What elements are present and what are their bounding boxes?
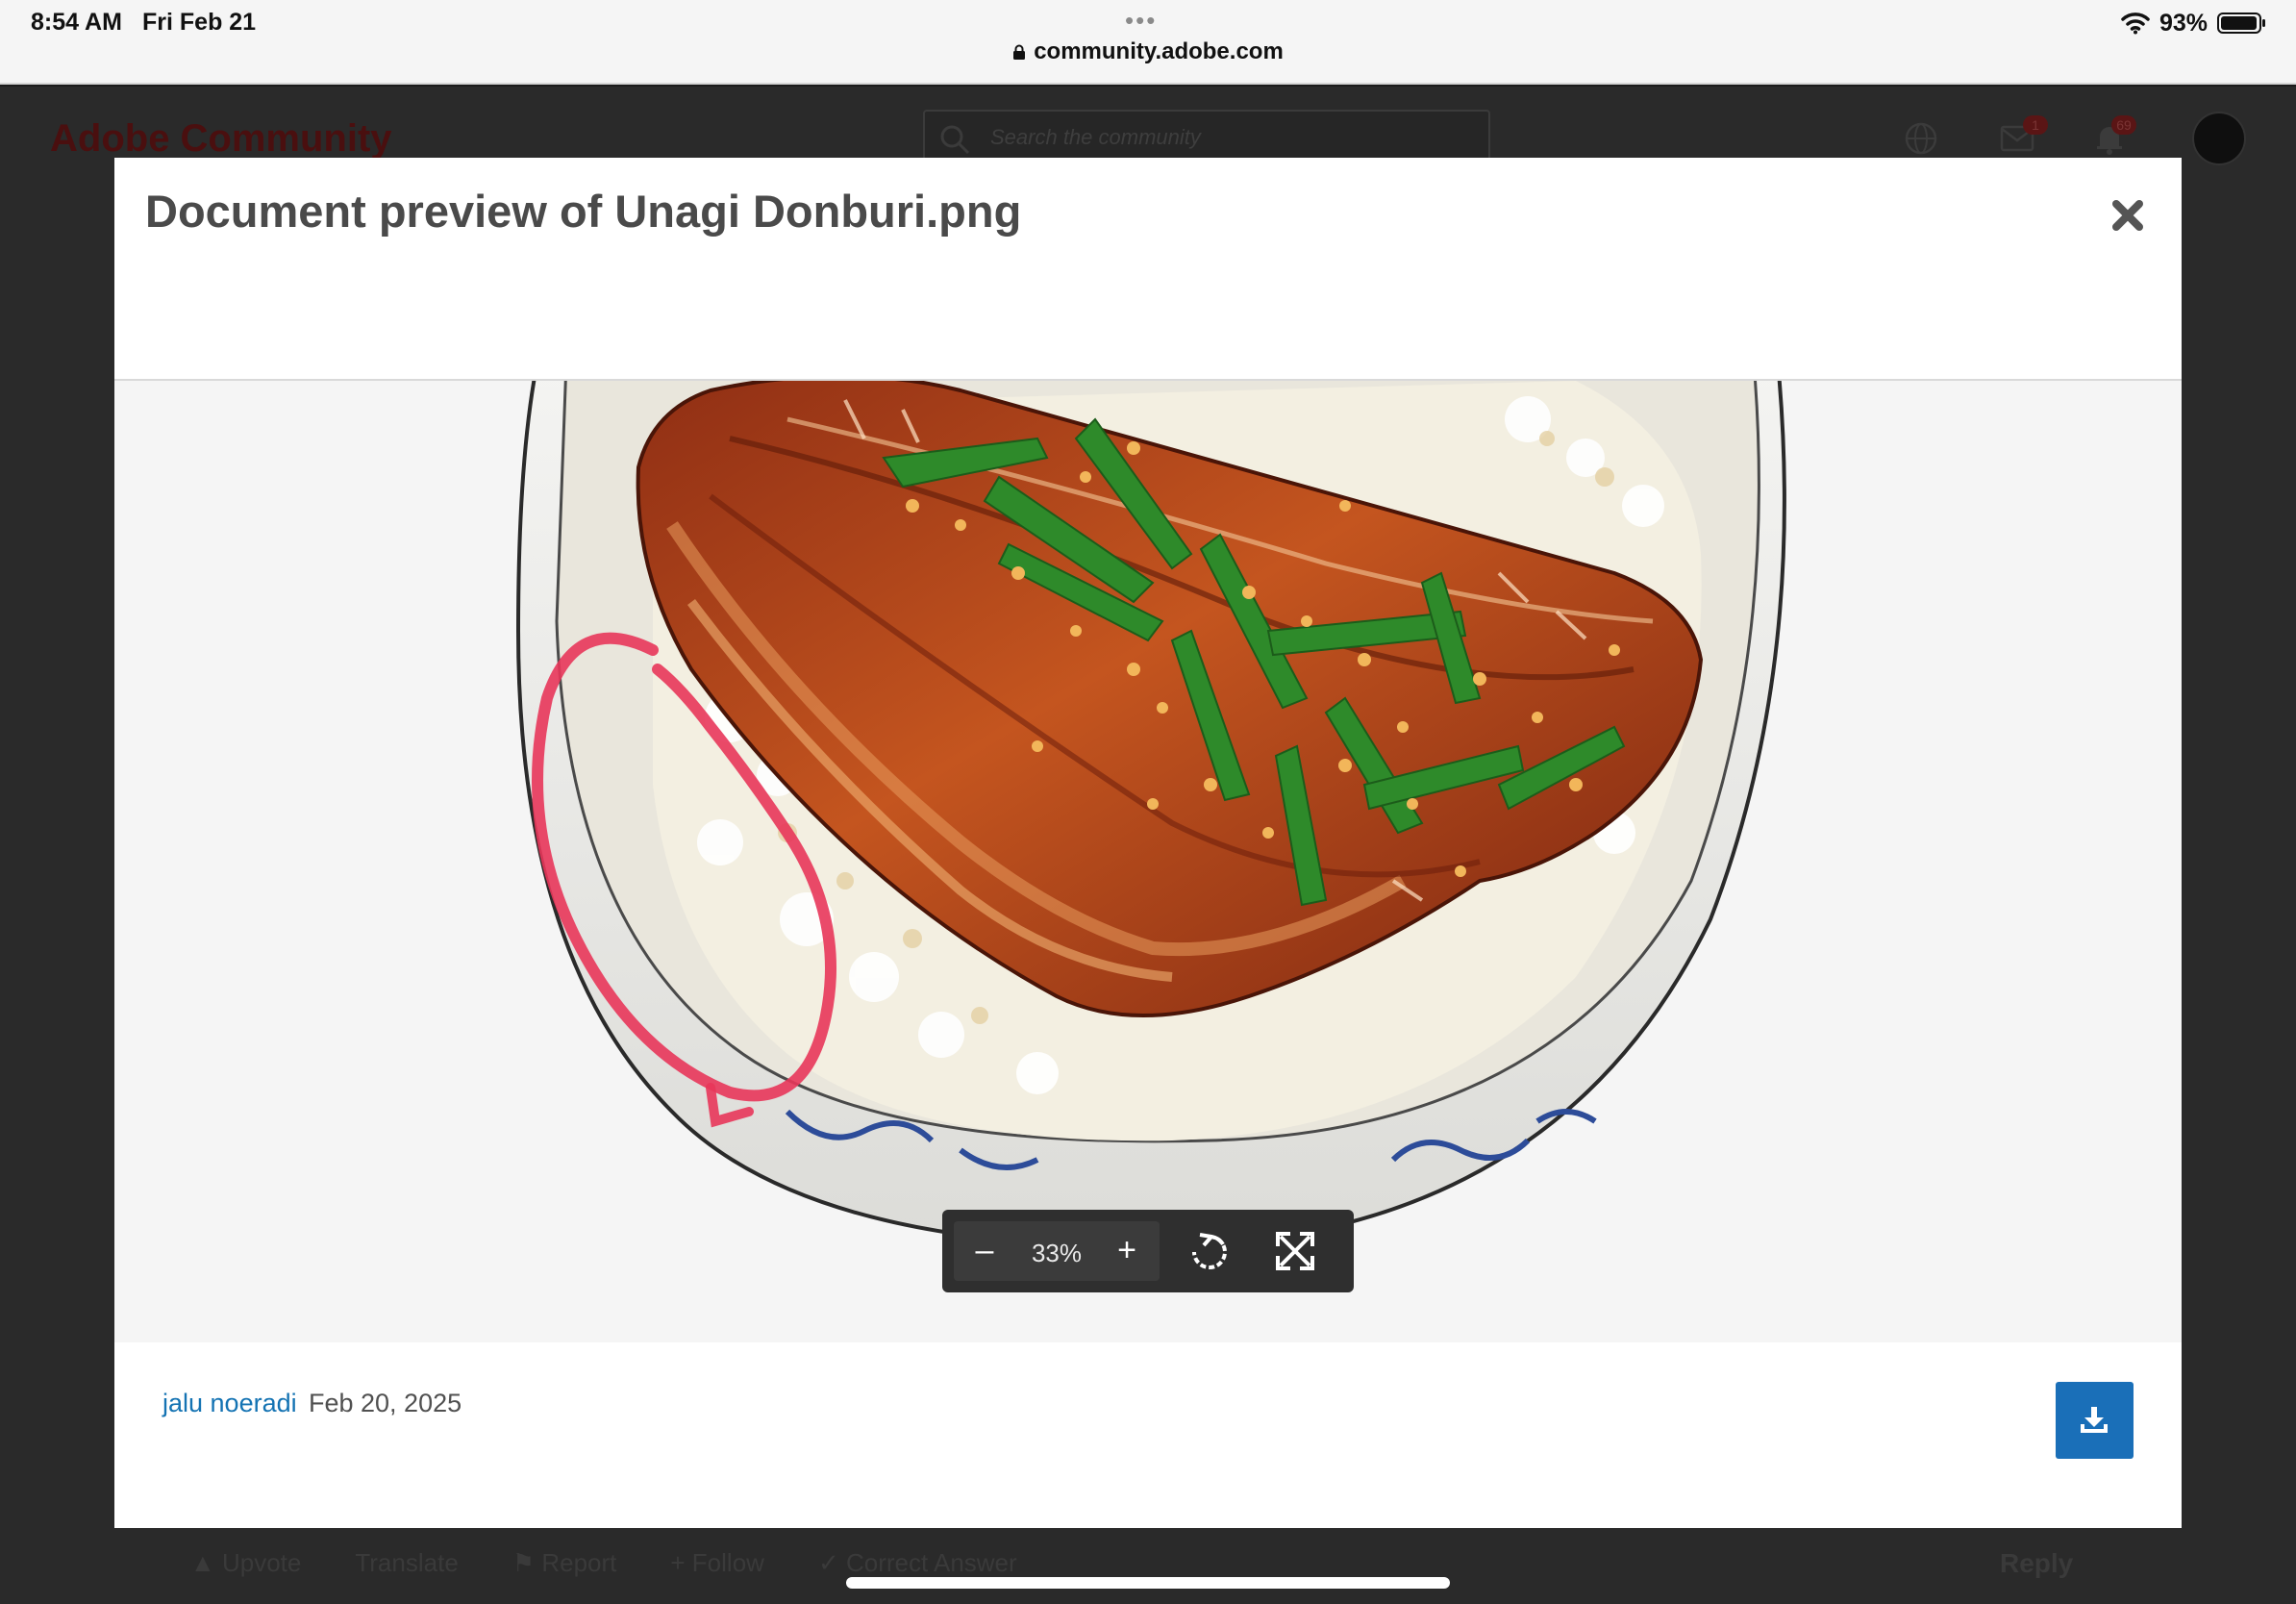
- close-icon[interactable]: [2109, 196, 2147, 235]
- status-right: 93%: [2121, 8, 2267, 38]
- image-viewer[interactable]: – 33% +: [114, 381, 2182, 1342]
- more-dots-icon[interactable]: •••: [1125, 8, 1157, 33]
- status-bar: 8:54 AM Fri Feb 21 ••• community.adobe.c…: [0, 0, 2296, 85]
- url-text: community.adobe.com: [1034, 38, 1284, 64]
- translate-action: Translate: [355, 1548, 459, 1577]
- background-search-bar: Search the community: [923, 110, 1490, 163]
- zoom-controls: – 33% +: [954, 1221, 1160, 1281]
- fullscreen-icon[interactable]: [1275, 1231, 1315, 1271]
- download-button[interactable]: [2056, 1382, 2134, 1459]
- follow-action: + Follow: [670, 1548, 764, 1577]
- rotate-icon[interactable]: [1188, 1231, 1231, 1273]
- modal-footer: jalu noeradi Feb 20, 2025: [114, 1342, 2182, 1528]
- background-post-actions: ▲ Upvote Translate ⚑ Report + Follow ✓ C…: [190, 1548, 1017, 1578]
- preview-image: [515, 381, 1786, 1249]
- battery-percent: 93%: [2159, 9, 2208, 37]
- zoom-level: 33%: [1031, 1239, 1083, 1267]
- zoom-in-button[interactable]: +: [1108, 1231, 1146, 1271]
- zoom-toolbar: – 33% +: [942, 1210, 1354, 1292]
- avatar: [2192, 112, 2246, 165]
- globe-icon: [1905, 122, 1937, 155]
- search-icon: [940, 125, 970, 155]
- wifi-icon: [2121, 13, 2150, 35]
- download-icon: [2081, 1407, 2108, 1433]
- modal-header: Document preview of Unagi Donburi.png: [114, 158, 2182, 381]
- battery-icon: [2217, 13, 2265, 34]
- report-action: ⚑ Report: [512, 1548, 617, 1577]
- lock-icon: [1013, 44, 1026, 60]
- correct-answer-action: ✓ Correct Answer: [817, 1548, 1017, 1577]
- notifications-badge: 69: [2111, 115, 2136, 135]
- document-preview-modal: Document preview of Unagi Donburi.png – …: [114, 158, 2182, 1528]
- status-date: Fri Feb 21: [142, 9, 257, 36]
- author-link[interactable]: jalu noeradi: [162, 1389, 297, 1418]
- home-indicator[interactable]: [846, 1577, 1450, 1589]
- zoom-out-button[interactable]: –: [965, 1231, 1004, 1271]
- reply-action: Reply: [2000, 1548, 2074, 1578]
- adobe-community-logo: Adobe Community: [50, 117, 392, 160]
- messages-badge: 1: [2023, 115, 2048, 135]
- modal-title: Document preview of Unagi Donburi.png: [145, 186, 1022, 237]
- post-date: Feb 20, 2025: [309, 1389, 462, 1417]
- background-search-placeholder: Search the community: [990, 125, 1201, 149]
- address-bar[interactable]: community.adobe.com: [0, 38, 2296, 65]
- upvote-action: ▲ Upvote: [190, 1548, 302, 1577]
- status-time: 8:54 AM: [31, 9, 122, 36]
